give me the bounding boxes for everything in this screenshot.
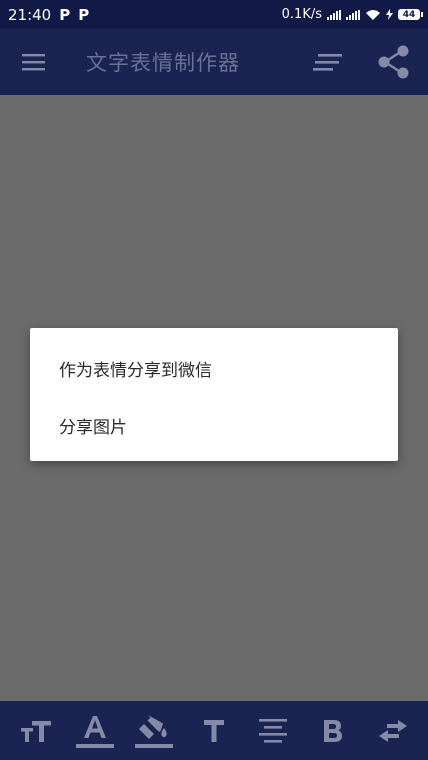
- notification-p-icon: P: [59, 5, 71, 24]
- text-color-swatch: [76, 744, 114, 748]
- swap-direction-icon[interactable]: [376, 701, 410, 760]
- signal-icon: [327, 9, 341, 20]
- status-bar: 21:40 P P 0.1K/s 44: [0, 0, 428, 29]
- status-time: 21:40: [8, 5, 52, 24]
- bottom-toolbar: [0, 701, 428, 760]
- battery-icon: 44: [398, 9, 423, 20]
- share-dialog: 作为表情分享到微信 分享图片: [30, 328, 398, 461]
- text-align-icon[interactable]: [313, 50, 343, 74]
- signal-icon: [346, 9, 360, 20]
- status-right: 0.1K/s 44: [281, 7, 423, 22]
- text-color-icon[interactable]: [76, 701, 114, 760]
- bold-icon[interactable]: [318, 701, 348, 760]
- text-size-icon[interactable]: [18, 701, 54, 760]
- wifi-icon: [366, 9, 380, 20]
- share-icon[interactable]: [378, 45, 410, 79]
- share-as-sticker-wechat-option[interactable]: 作为表情分享到微信: [59, 356, 212, 381]
- app-bar: 文字表情制作器: [0, 29, 428, 95]
- status-left: 21:40 P P: [8, 6, 89, 24]
- notification-p-icon: P: [78, 5, 90, 24]
- charging-icon: [386, 9, 393, 20]
- align-center-icon[interactable]: [256, 701, 290, 760]
- fill-color-icon[interactable]: [135, 701, 173, 760]
- menu-icon[interactable]: [22, 50, 46, 74]
- network-speed: 0.1K/s: [281, 7, 322, 22]
- share-image-option[interactable]: 分享图片: [59, 413, 127, 438]
- font-icon[interactable]: [199, 701, 229, 760]
- fill-color-swatch: [135, 744, 173, 748]
- app-title: 文字表情制作器: [86, 51, 240, 75]
